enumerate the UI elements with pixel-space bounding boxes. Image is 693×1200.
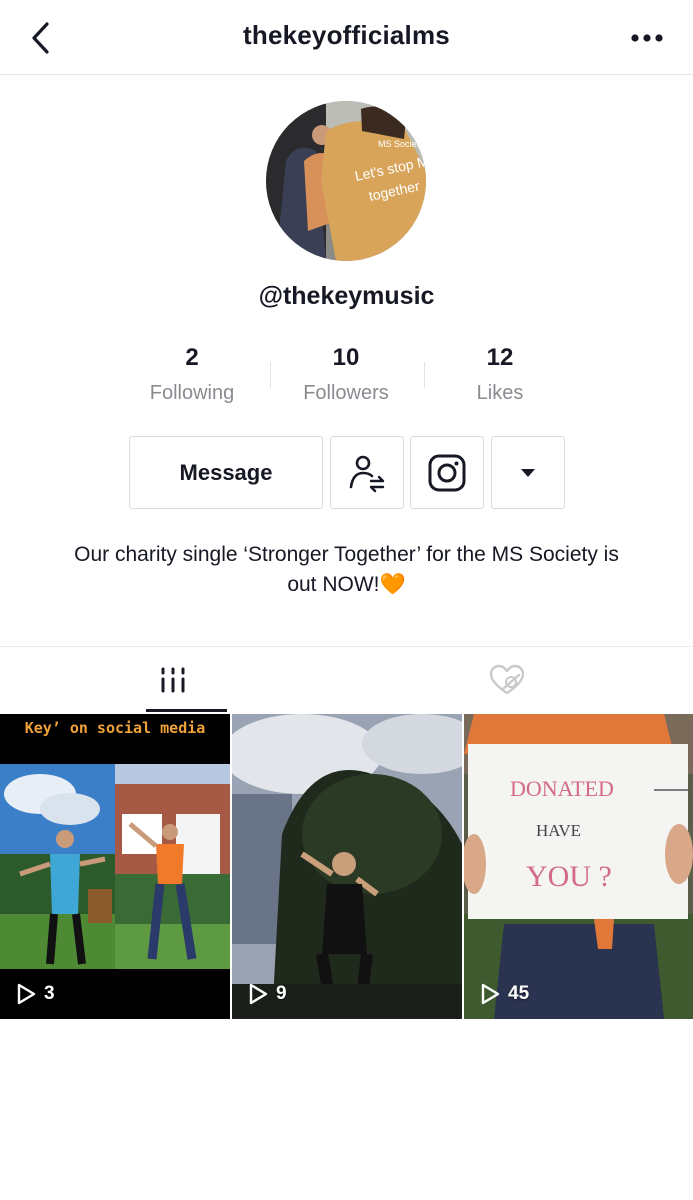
user-switch-icon: [349, 455, 385, 492]
stat-following[interactable]: 2 Following: [112, 342, 272, 405]
instagram-button[interactable]: [410, 436, 484, 509]
video-caption: Key’ on social media: [0, 714, 230, 764]
sign-line: DONATED: [510, 776, 614, 801]
message-button[interactable]: Message: [129, 436, 323, 509]
stat-label: Following: [149, 382, 235, 404]
content-tabs: [0, 646, 693, 714]
grid-bars-icon: [161, 667, 185, 693]
more-actions-dropdown[interactable]: [491, 436, 565, 509]
view-count-value: 3: [44, 983, 55, 1004]
profile-bio: Our charity single ‘Stronger Together’ f…: [74, 543, 619, 596]
avatar[interactable]: MS Society Let's stop M together: [266, 101, 426, 261]
stat-followers[interactable]: 10 Followers: [266, 342, 426, 405]
avatar-photo: MS Society Let's stop M together: [266, 101, 426, 261]
view-count: 9: [248, 983, 287, 1005]
top-bar: thekeyofficialms: [0, 0, 693, 75]
video-thumbnail-2[interactable]: 9: [232, 714, 462, 1019]
play-icon: [481, 983, 500, 1005]
view-count-value: 45: [508, 983, 530, 1004]
view-count: 45: [480, 983, 529, 1005]
sign-line: YOU ?: [526, 860, 612, 893]
more-options-button[interactable]: [627, 22, 667, 54]
video-grid: Key’ on social media 3 9 DONATED HAVE YO…: [0, 714, 693, 1019]
active-tab-indicator: [146, 709, 227, 712]
tab-videos[interactable]: [0, 647, 346, 713]
tab-liked[interactable]: [334, 647, 680, 713]
stat-label: Followers: [303, 382, 389, 404]
instagram-icon: [428, 454, 466, 491]
hidden-heart-icon: [489, 664, 525, 695]
view-count-value: 9: [276, 983, 287, 1004]
view-count: 3: [16, 983, 55, 1005]
stat-label: Likes: [476, 382, 524, 404]
follow-suggestions-button[interactable]: [330, 436, 404, 509]
stat-value: 2: [185, 344, 199, 371]
page-title: thekeyofficialms: [243, 20, 450, 50]
play-icon: [17, 983, 36, 1005]
stat-likes[interactable]: 12 Likes: [420, 342, 580, 405]
more-horizontal-icon: [631, 34, 663, 42]
video-thumbnail-3[interactable]: DONATED HAVE YOU ? 45: [464, 714, 693, 1019]
stat-value: 12: [486, 344, 514, 371]
play-icon: [249, 983, 268, 1005]
profile-handle: @thekeymusic: [258, 282, 435, 310]
video-thumbnail-1[interactable]: Key’ on social media 3: [0, 714, 230, 1019]
stat-value: 10: [332, 344, 360, 371]
sign-line: HAVE: [536, 821, 581, 840]
caret-down-icon: [521, 468, 535, 477]
avatar-logo-text: MS Society: [378, 139, 424, 149]
